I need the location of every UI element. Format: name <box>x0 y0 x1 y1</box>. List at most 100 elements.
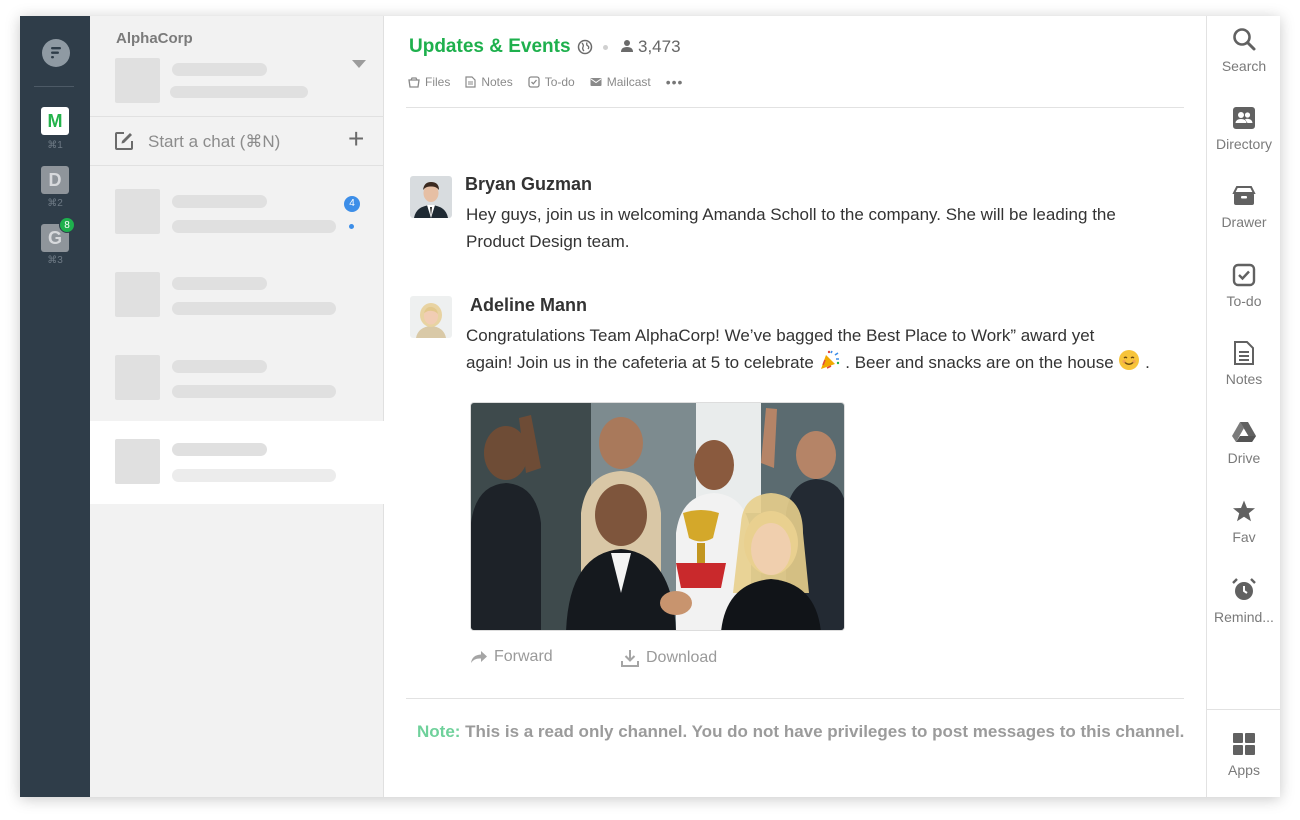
org-dropdown-caret-icon[interactable] <box>352 60 366 68</box>
workspace-rail: M ⌘1 D ⌘2 G 8 ⌘3 <box>20 16 90 797</box>
notes-icon <box>465 76 476 88</box>
start-chat-label: Start a chat (⌘N) <box>148 132 281 151</box>
toolbar-notes[interactable]: Notes <box>1207 341 1280 387</box>
message-text: Congratulations Team AlphaCorp! We’ve ba… <box>466 322 1166 376</box>
notes-doc-icon <box>1234 341 1254 365</box>
toolbar-fav-label: Fav <box>1232 529 1256 545</box>
directory-icon <box>1233 107 1255 129</box>
workspace-g-badge: 8 <box>59 217 75 233</box>
todo-check-icon <box>1232 263 1256 287</box>
toolbar-directory[interactable]: Directory <box>1207 106 1280 152</box>
party-popper-icon <box>820 350 839 369</box>
toolbar-todo[interactable]: To-do <box>1207 263 1280 309</box>
message-text-line: Hey guys, join us in welcoming Amanda Sc… <box>466 205 1116 224</box>
panel-divider <box>90 165 384 166</box>
message-text-segment: . Beer and snacks are on the house <box>845 353 1114 372</box>
apps-grid-icon <box>1233 733 1255 755</box>
placeholder-line <box>172 443 267 456</box>
globe-icon <box>577 39 593 55</box>
todo-icon <box>528 76 540 88</box>
tab-notes[interactable]: Notes <box>465 75 513 89</box>
workspace-m-shortcut: ⌘1 <box>47 140 63 151</box>
unread-count-badge: 4 <box>344 196 360 212</box>
avatar-bryan-guzman[interactable] <box>410 176 452 218</box>
more-options-icon[interactable]: ••• <box>666 75 684 89</box>
toolbar-drive[interactable]: Drive <box>1207 420 1280 466</box>
chat-list-item[interactable] <box>90 169 384 252</box>
channel-view: Updates & Events 3,473 Files Notes To-do… <box>384 16 1206 797</box>
unread-dot <box>349 224 354 229</box>
toolbar-fav[interactable]: Fav <box>1207 499 1280 545</box>
forward-button[interactable]: Forward <box>470 648 553 666</box>
toolbar-todo-label: To-do <box>1226 293 1262 309</box>
org-avatar-placeholder <box>115 58 160 103</box>
plus-icon[interactable]: + <box>348 125 364 153</box>
channel-tabs: Files Notes To-do Mailcast ••• <box>408 74 683 90</box>
placeholder-line <box>172 220 336 233</box>
org-name: AlphaCorp <box>116 30 193 47</box>
chat-list-item[interactable] <box>90 335 384 418</box>
drive-icon <box>1232 422 1256 442</box>
placeholder-line <box>170 86 308 98</box>
placeholder-line <box>172 302 336 315</box>
app-window: M ⌘1 D ⌘2 G 8 ⌘3 AlphaCorp Start a chat … <box>20 16 1280 797</box>
tab-files-label: Files <box>425 75 451 89</box>
member-count[interactable]: 3,473 <box>638 37 681 57</box>
channel-title[interactable]: Updates & Events <box>409 36 571 58</box>
readonly-note: Note: This is a read only channel. You d… <box>417 722 1184 742</box>
message-text: Hey guys, join us in welcoming Amanda Sc… <box>466 201 1166 255</box>
chat-avatar-placeholder <box>115 189 160 234</box>
readonly-note-label: Note: <box>417 722 461 741</box>
tab-todo[interactable]: To-do <box>528 75 575 89</box>
workspace-g-shortcut: ⌘3 <box>47 255 63 266</box>
chat-avatar-placeholder <box>115 272 160 317</box>
message-author[interactable]: Adeline Mann <box>470 295 587 316</box>
download-label: Download <box>646 649 718 666</box>
message-text-segment: again! Join us in the cafeteria at 5 to … <box>466 353 814 372</box>
forward-icon <box>471 651 487 663</box>
tab-notes-label: Notes <box>481 75 513 89</box>
toolbar-directory-label: Directory <box>1215 136 1272 152</box>
avatar-adeline-mann[interactable] <box>410 296 452 338</box>
toolbar-divider <box>1207 709 1280 710</box>
toolbar-drawer-label: Drawer <box>1221 214 1267 230</box>
placeholder-line <box>172 277 267 290</box>
composer-divider <box>406 698 1184 699</box>
chat-list-item[interactable] <box>90 252 384 335</box>
photo-attachment[interactable] <box>470 402 845 631</box>
placeholder-line <box>172 195 267 208</box>
start-chat-button[interactable]: Start a chat (⌘N) + <box>90 117 384 165</box>
download-button[interactable]: Download <box>620 648 717 668</box>
toolbar-apps[interactable]: Apps <box>1207 732 1280 778</box>
message-text-segment: . <box>1145 353 1150 372</box>
toolbar-notes-label: Notes <box>1225 371 1263 387</box>
toolbar-search[interactable]: Search <box>1207 26 1280 74</box>
chat-list-item-active[interactable] <box>90 421 384 504</box>
toolbar-drawer[interactable]: Drawer <box>1207 184 1280 230</box>
app-logo-icon[interactable] <box>41 38 71 68</box>
message-author[interactable]: Bryan Guzman <box>465 174 592 195</box>
download-icon <box>621 650 639 667</box>
toolbar-drive-label: Drive <box>1227 450 1261 466</box>
right-toolbar: Search Directory Drawer To-do Notes Driv… <box>1206 16 1280 797</box>
toolbar-reminders-label: Remind... <box>1214 609 1274 625</box>
smiley-icon <box>1119 350 1140 370</box>
chat-avatar-placeholder <box>115 439 160 484</box>
workspace-m[interactable]: M <box>41 107 69 135</box>
workspace-d-shortcut: ⌘2 <box>47 198 63 209</box>
header-divider <box>406 107 1184 108</box>
workspace-d[interactable]: D <box>41 166 69 194</box>
tab-mailcast[interactable]: Mailcast <box>590 75 651 89</box>
rail-divider <box>34 86 74 87</box>
message-text-line: Product Design team. <box>466 232 630 251</box>
alarm-clock-icon <box>1232 578 1256 600</box>
compose-icon <box>115 132 133 150</box>
message-text-line-2: again! Join us in the cafeteria at 5 to … <box>466 349 1166 376</box>
drawer-icon <box>1232 186 1256 205</box>
member-icon <box>621 40 633 52</box>
tab-todo-label: To-do <box>544 75 575 89</box>
placeholder-line <box>172 63 267 76</box>
toolbar-reminders[interactable]: Remind... <box>1207 577 1280 625</box>
placeholder-line <box>172 385 336 398</box>
tab-files[interactable]: Files <box>408 75 450 89</box>
